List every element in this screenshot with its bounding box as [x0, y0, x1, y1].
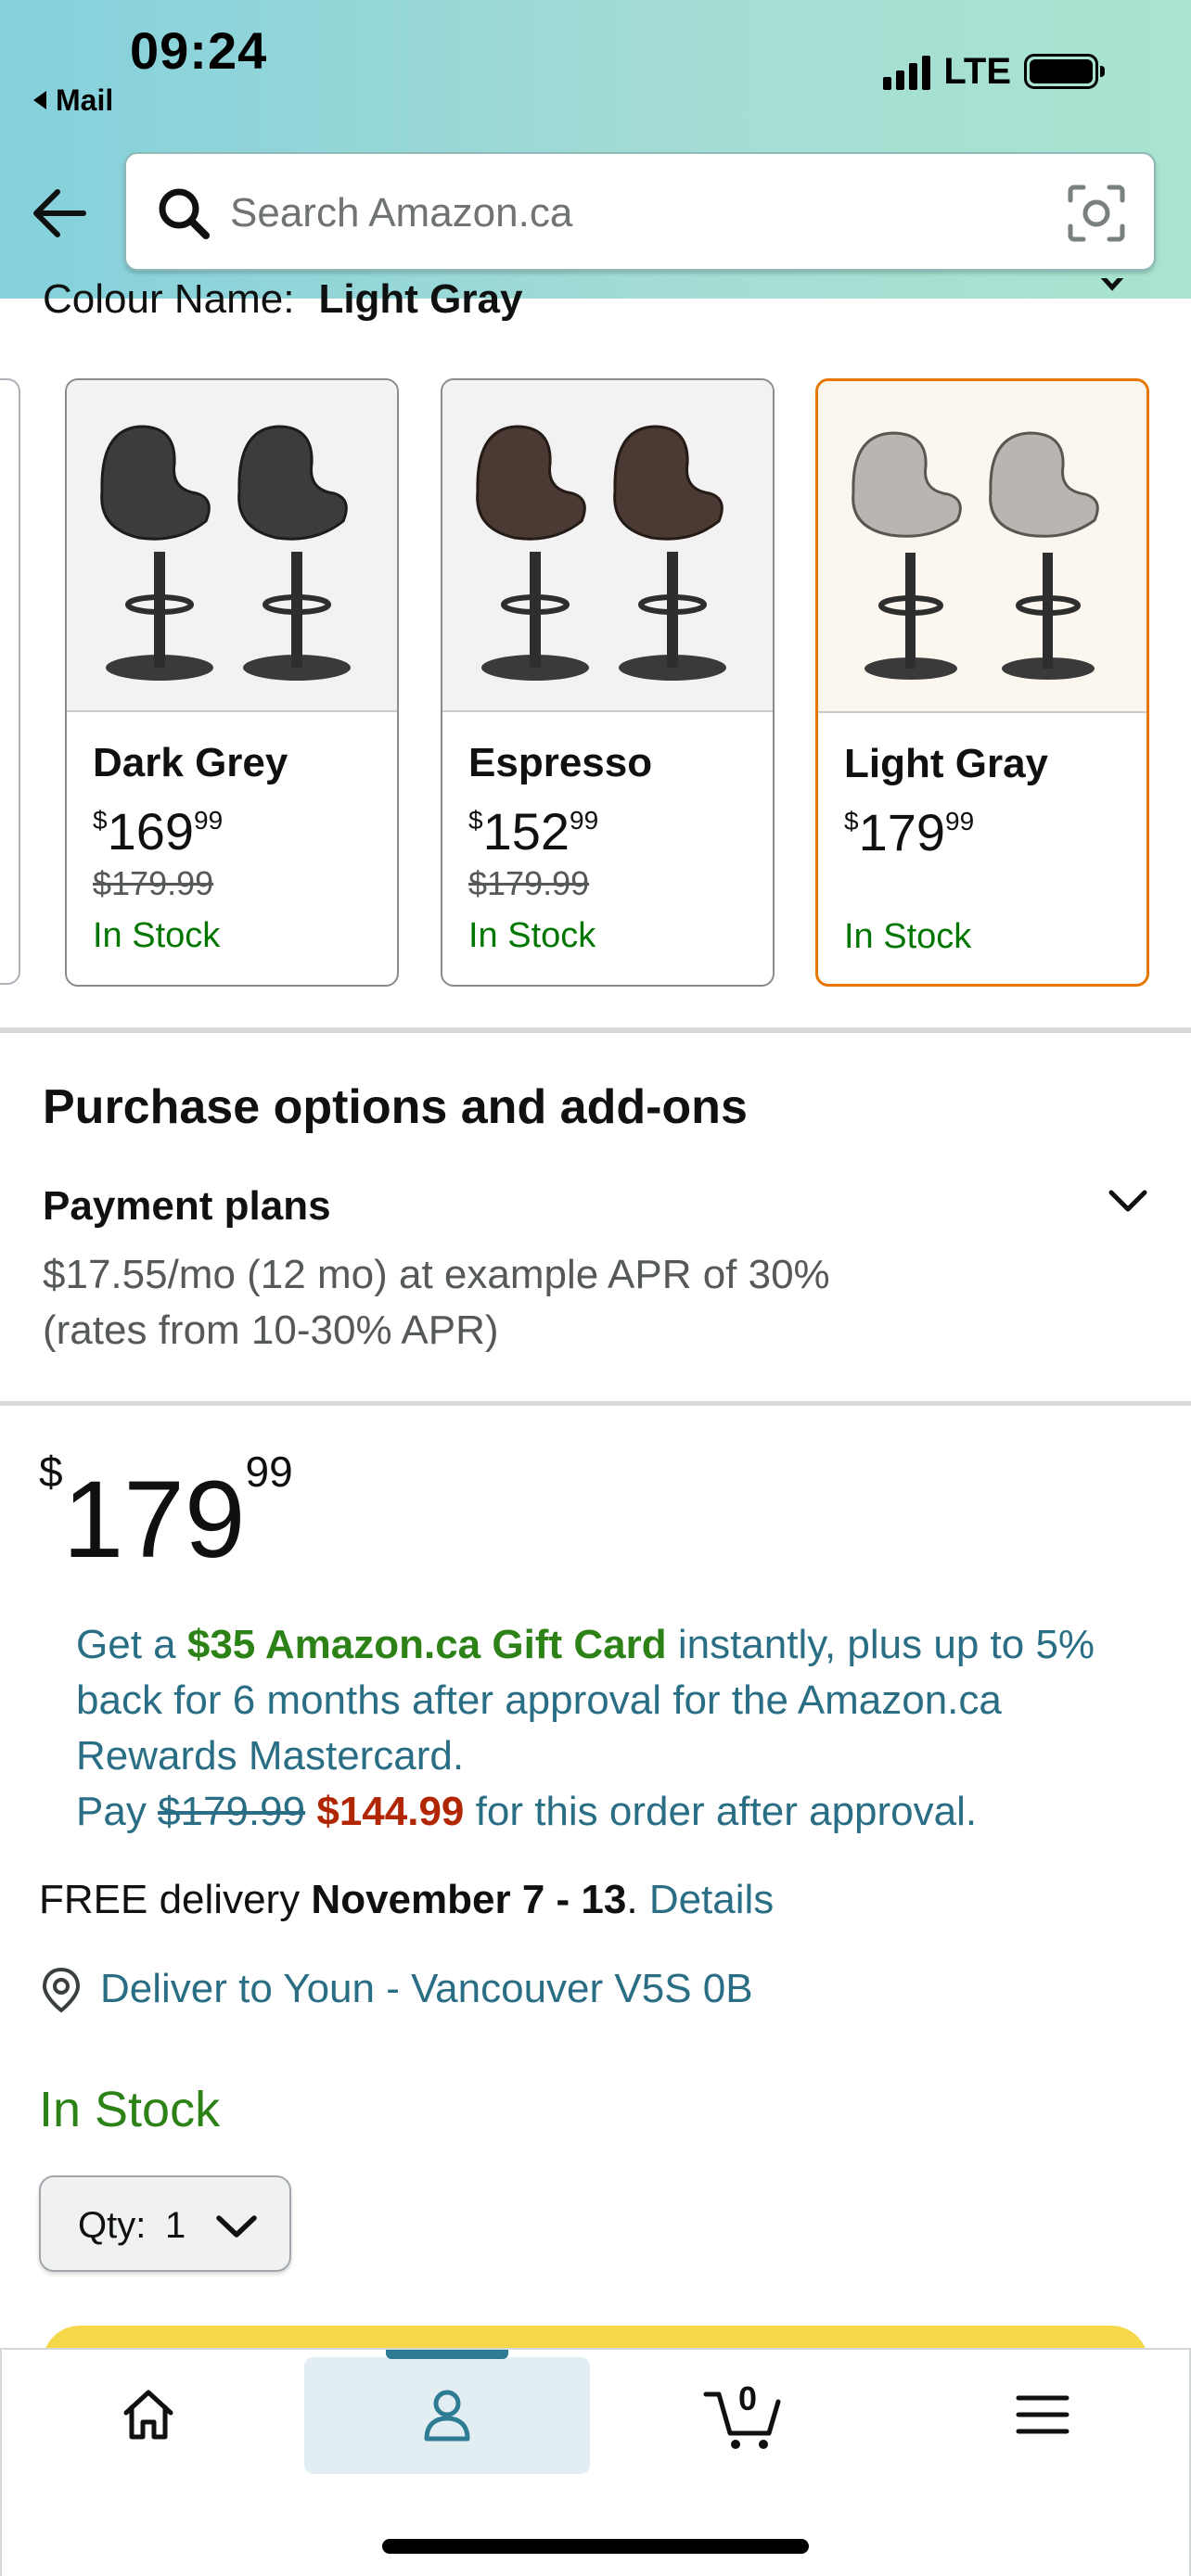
- status-indicators: LTE: [883, 48, 1105, 95]
- delivery-details-link[interactable]: Details: [649, 1877, 775, 1922]
- back-to-app-link[interactable]: Mail: [33, 83, 113, 118]
- product-price: $17999: [39, 1447, 293, 1581]
- bar-stools-image: [852, 431, 1099, 680]
- swatch-stock: In Stock: [844, 917, 972, 956]
- back-triangle-icon: [33, 90, 46, 109]
- swatch-previous-partial[interactable]: [0, 378, 20, 985]
- cart-count-badge: 0: [738, 2379, 758, 2417]
- swatch-price: $17999: [844, 803, 975, 861]
- status-time: 09:24: [130, 21, 268, 80]
- location-pin-icon: [42, 1967, 81, 2013]
- close-icon[interactable]: [1090, 278, 1134, 306]
- camera-search-icon[interactable]: [1065, 182, 1128, 245]
- back-app-label: Mail: [56, 83, 114, 117]
- swatch-price: $16999: [93, 802, 224, 861]
- credit-card-promo[interactable]: Get a $35 Amazon.ca Gift Card instantly,…: [76, 1617, 1133, 1840]
- swatch-list-price: $179.99: [93, 864, 214, 902]
- product-image: [818, 381, 1146, 713]
- swatch-list-price: $179.99: [468, 864, 590, 902]
- nav-home[interactable]: [56, 2346, 241, 2483]
- swatch-stock: In Stock: [468, 916, 596, 955]
- swatch-name: Light Gray: [844, 741, 1049, 786]
- swatch-espresso[interactable]: Espresso $15299 $179.99 In Stock: [441, 378, 775, 987]
- bar-stools-image: [100, 425, 351, 681]
- promo-old-price: $179.99: [158, 1789, 306, 1834]
- bar-stools-image: [476, 425, 726, 681]
- delivery-info: FREE delivery November 7 - 13. Details: [39, 1877, 775, 1922]
- section-divider: [0, 1401, 1191, 1406]
- payment-plan-rate: $17.55/mo (12 mo) at example APR of 30%: [43, 1252, 830, 1297]
- chevron-down-icon[interactable]: [1102, 1176, 1154, 1228]
- deliver-to-link[interactable]: Deliver to Youn - Vancouver V5S 0B: [100, 1966, 753, 2012]
- back-arrow-icon[interactable]: [28, 181, 93, 246]
- search-input[interactable]: [230, 180, 972, 247]
- search-icon: [159, 188, 210, 239]
- home-indicator[interactable]: [382, 2539, 809, 2554]
- quantity-selector[interactable]: Qty: 1: [39, 2175, 291, 2272]
- chevron-down-icon: [216, 2215, 257, 2238]
- colour-name-label: Colour Name: Light Gray: [43, 276, 523, 322]
- quantity-label: Qty:: [78, 2205, 147, 2246]
- network-type: LTE: [943, 50, 1011, 92]
- battery-icon: [1024, 54, 1105, 89]
- nav-menu[interactable]: [950, 2346, 1135, 2483]
- product-image: [67, 380, 397, 712]
- product-image: [442, 380, 773, 712]
- swatch-price: $15299: [468, 802, 599, 861]
- nav-account[interactable]: [354, 2346, 540, 2483]
- search-bar[interactable]: [124, 152, 1156, 271]
- swatch-name: Espresso: [468, 740, 653, 785]
- swatch-name: Dark Grey: [93, 740, 288, 785]
- signal-icon: [883, 53, 931, 90]
- home-icon: [123, 2390, 173, 2440]
- promo-new-price: $144.99: [316, 1789, 465, 1834]
- hamburger-menu-icon: [1016, 2395, 1069, 2434]
- app-header: 09:24 Mail LTE: [0, 0, 1191, 299]
- person-icon: [424, 2390, 470, 2442]
- delivery-dates: November 7 - 13: [311, 1877, 627, 1922]
- swatch-light-gray[interactable]: Light Gray $17999 In Stock: [815, 378, 1149, 987]
- purchase-options-title: Purchase options and add-ons: [43, 1080, 748, 1134]
- payment-plans-title[interactable]: Payment plans: [43, 1183, 331, 1230]
- swatch-dark-grey[interactable]: Dark Grey $16999 $179.99 In Stock: [65, 378, 399, 987]
- selected-colour: Light Gray: [318, 276, 523, 322]
- section-divider: [0, 1027, 1191, 1033]
- quantity-value: 1: [165, 2205, 186, 2246]
- stock-status: In Stock: [39, 2082, 221, 2137]
- swatch-stock: In Stock: [93, 916, 221, 955]
- gift-card-amount: $35 Amazon.ca Gift Card: [186, 1622, 667, 1667]
- payment-plan-range: (rates from 10-30% APR): [43, 1307, 499, 1353]
